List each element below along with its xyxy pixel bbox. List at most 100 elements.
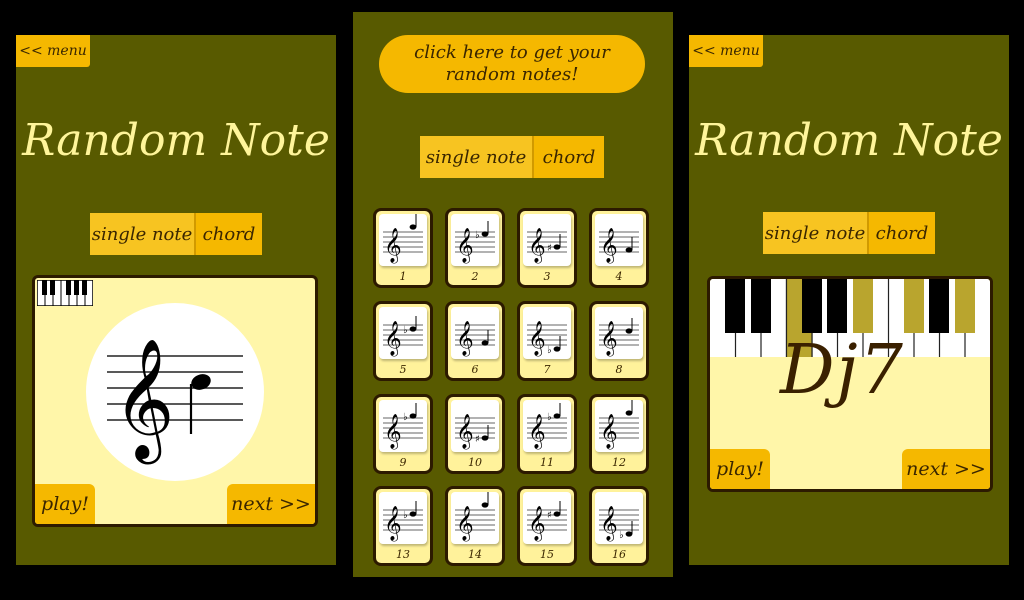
page-title: Random Note xyxy=(22,115,330,166)
note-tile[interactable]: 𝄞 ♭ 11 xyxy=(517,394,577,474)
note-tile[interactable]: 𝄞 6 xyxy=(445,301,505,381)
chord-tab[interactable]: chord xyxy=(869,212,935,254)
staff-thumbnail: 𝄞 ♭ xyxy=(595,492,643,544)
svg-text:𝄞: 𝄞 xyxy=(528,414,546,450)
svg-text:♭: ♭ xyxy=(403,510,408,521)
random-notes-button[interactable]: click here to get your random notes! xyxy=(379,35,645,93)
staff-thumbnail: 𝄞 ♯ xyxy=(523,492,571,544)
svg-text:𝄞: 𝄞 xyxy=(528,506,546,542)
svg-text:𝄞: 𝄞 xyxy=(456,414,474,450)
note-tile[interactable]: 𝄞 4 xyxy=(589,208,649,288)
menu-button[interactable]: << menu xyxy=(16,35,90,67)
tile-number: 16 xyxy=(612,548,626,561)
play-button[interactable]: play! xyxy=(35,484,95,524)
note-tile[interactable]: 𝄞 ♭ 2 xyxy=(445,208,505,288)
note-card: 𝄞 play! next >> xyxy=(32,275,318,527)
tile-number: 14 xyxy=(468,548,482,561)
note-tile[interactable]: 𝄞 ♯ 10 xyxy=(445,394,505,474)
svg-text:𝄞: 𝄞 xyxy=(456,506,474,542)
svg-text:𝄞: 𝄞 xyxy=(384,321,402,357)
tile-number: 11 xyxy=(540,456,554,469)
svg-text:𝄞: 𝄞 xyxy=(528,321,546,357)
next-button[interactable]: next >> xyxy=(902,449,990,489)
note-tile[interactable]: 𝄞 ♭ 5 xyxy=(373,301,433,381)
tile-number: 1 xyxy=(399,270,407,283)
svg-text:𝄞: 𝄞 xyxy=(528,228,546,264)
staff-thumbnail: 𝄞 ♭ xyxy=(451,214,499,266)
treble-clef-icon: 𝄞 xyxy=(113,337,174,464)
svg-text:𝄞: 𝄞 xyxy=(456,321,474,357)
note-tile[interactable]: 𝄞 ♯ 15 xyxy=(517,486,577,566)
tile-number: 6 xyxy=(471,363,479,376)
note-tile[interactable]: 𝄞 12 xyxy=(589,394,649,474)
svg-text:♭: ♭ xyxy=(475,230,480,241)
screen-chord: << menu Random Note single note chord Dj… xyxy=(689,35,1009,565)
tile-number: 7 xyxy=(543,363,551,376)
tile-number: 8 xyxy=(615,363,623,376)
tile-number: 9 xyxy=(399,456,407,469)
svg-text:♯: ♯ xyxy=(475,434,480,445)
single-note-tab[interactable]: single note xyxy=(420,136,532,178)
staff-thumbnail: 𝄞 ♯ xyxy=(451,400,499,452)
random-button-line-2: random notes! xyxy=(445,64,579,85)
note-tile[interactable]: 𝄞 ♭ 9 xyxy=(373,394,433,474)
menu-button[interactable]: << menu xyxy=(689,35,763,67)
staff-thumbnail: 𝄞 ♯ xyxy=(523,214,571,266)
note-tile[interactable]: 𝄞 8 xyxy=(589,301,649,381)
single-note-tab[interactable]: single note xyxy=(90,213,194,255)
tile-number: 4 xyxy=(615,270,623,283)
staff-thumbnail: 𝄞 xyxy=(595,307,643,359)
note-display: 𝄞 xyxy=(86,303,264,481)
note-tile[interactable]: 𝄞 1 xyxy=(373,208,433,288)
staff-thumbnail: 𝄞 xyxy=(595,400,643,452)
mode-toggle: single note chord xyxy=(763,212,935,254)
note-tile[interactable]: 𝄞 ♯ 3 xyxy=(517,208,577,288)
tile-number: 10 xyxy=(468,456,482,469)
staff-thumbnail: 𝄞 ♭ xyxy=(523,307,571,359)
tile-number: 5 xyxy=(399,363,407,376)
tile-number: 3 xyxy=(543,270,551,283)
staff-thumbnail: 𝄞 xyxy=(595,214,643,266)
staff-thumbnail: 𝄞 xyxy=(451,307,499,359)
mode-toggle: single note chord xyxy=(420,136,604,178)
svg-text:♭: ♭ xyxy=(403,325,408,336)
svg-text:♭: ♭ xyxy=(619,530,624,541)
staff-thumbnail: 𝄞 ♭ xyxy=(379,400,427,452)
page-title: Random Note xyxy=(695,115,1003,166)
single-note-tab[interactable]: single note xyxy=(763,212,867,254)
screen-single-note: << menu Random Note single note chord 𝄞 … xyxy=(16,35,336,565)
svg-text:♭: ♭ xyxy=(403,412,408,423)
staff-thumbnail: 𝄞 ♭ xyxy=(523,400,571,452)
svg-text:𝄞: 𝄞 xyxy=(384,228,402,264)
chord-tab[interactable]: chord xyxy=(196,213,262,255)
chord-tab[interactable]: chord xyxy=(534,136,604,178)
note-tile[interactable]: 𝄞 14 xyxy=(445,486,505,566)
svg-text:𝄞: 𝄞 xyxy=(600,414,618,450)
svg-text:𝄞: 𝄞 xyxy=(384,414,402,450)
play-button[interactable]: play! xyxy=(710,449,770,489)
screen-random-notes-grid: click here to get your random notes! sin… xyxy=(353,12,673,577)
note-tile[interactable]: 𝄞 ♭ 13 xyxy=(373,486,433,566)
svg-text:𝄞: 𝄞 xyxy=(600,506,618,542)
staff-thumbnail: 𝄞 xyxy=(379,214,427,266)
note-tile[interactable]: 𝄞 ♭ 7 xyxy=(517,301,577,381)
note-tile[interactable]: 𝄞 ♭ 16 xyxy=(589,486,649,566)
staff-thumbnail: 𝄞 ♭ xyxy=(379,492,427,544)
next-button[interactable]: next >> xyxy=(227,484,315,524)
svg-text:♯: ♯ xyxy=(547,243,552,254)
svg-text:𝄞: 𝄞 xyxy=(600,321,618,357)
tile-number: 13 xyxy=(396,548,410,561)
svg-text:♭: ♭ xyxy=(547,345,552,356)
svg-text:♯: ♯ xyxy=(547,510,552,521)
tile-number: 12 xyxy=(612,456,626,469)
staff-thumbnail: 𝄞 xyxy=(451,492,499,544)
svg-text:𝄞: 𝄞 xyxy=(384,506,402,542)
tile-number: 2 xyxy=(471,270,479,283)
random-button-line-1: click here to get your xyxy=(414,41,610,63)
mode-toggle: single note chord xyxy=(90,213,262,255)
chord-card: Dj7 play! next >> xyxy=(707,276,993,492)
tile-number: 15 xyxy=(540,548,554,561)
svg-text:𝄞: 𝄞 xyxy=(600,228,618,264)
svg-text:𝄞: 𝄞 xyxy=(456,228,474,264)
staff-thumbnail: 𝄞 ♭ xyxy=(379,307,427,359)
